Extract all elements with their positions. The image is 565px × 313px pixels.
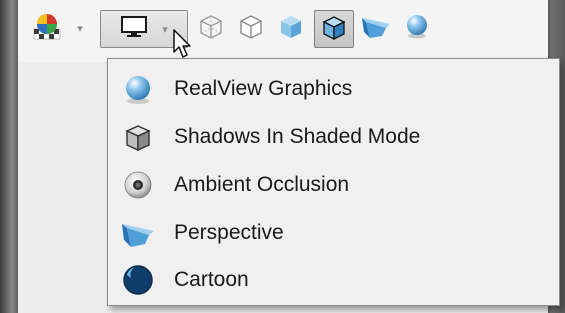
realview-button[interactable] — [400, 10, 434, 46]
shaded-with-edges-button[interactable] — [314, 10, 354, 48]
appearance-scene-button[interactable] — [26, 10, 68, 46]
appearance-scene-icon — [30, 9, 64, 47]
cartoon-sphere-icon — [120, 262, 156, 298]
shaded-icon — [277, 12, 305, 44]
hidden-lines-visible-icon — [197, 12, 225, 44]
menu-item-label: RealView Graphics — [174, 77, 353, 100]
chevron-down-icon: ▾ — [162, 22, 168, 36]
menu-item-perspective[interactable]: Perspective — [108, 209, 559, 257]
menu-item-shadows-in-shaded-mode[interactable]: Shadows In Shaded Mode — [108, 113, 559, 161]
perspective-icon — [120, 215, 156, 251]
shaded-with-edges-icon — [320, 13, 348, 45]
menu-item-realview-graphics[interactable]: RealView Graphics — [108, 65, 559, 113]
perspective-button[interactable] — [358, 10, 394, 46]
hidden-lines-removed-icon — [237, 12, 265, 44]
appearance-dropdown-arrow[interactable]: ▾ — [70, 10, 90, 46]
perspective-icon — [360, 12, 392, 44]
menu-item-label: Cartoon — [174, 268, 249, 291]
hidden-lines-visible-button[interactable] — [194, 10, 228, 46]
menu-item-ambient-occlusion[interactable]: Ambient Occlusion — [108, 161, 559, 209]
shaded-button[interactable] — [274, 10, 308, 46]
menu-item-label: Ambient Occlusion — [174, 173, 350, 196]
ambient-occlusion-icon — [120, 167, 156, 203]
menu-item-cartoon[interactable]: Cartoon — [108, 256, 559, 304]
hidden-lines-removed-button[interactable] — [234, 10, 268, 46]
shadow-cube-icon — [120, 119, 156, 155]
display-style-icon — [120, 15, 148, 43]
chevron-down-icon: ▾ — [77, 21, 83, 35]
menu-item-label: Shadows In Shaded Mode — [174, 125, 421, 148]
realview-sphere-icon — [120, 71, 156, 107]
view-toolbar: ▾ ▾ — [18, 0, 548, 62]
display-style-dropdown-menu: RealView Graphics Shadows In Shaded Mode… — [107, 58, 560, 306]
menu-item-label: Perspective — [174, 221, 284, 244]
realview-sphere-icon — [403, 12, 431, 44]
mouse-pointer-icon — [172, 28, 194, 64]
